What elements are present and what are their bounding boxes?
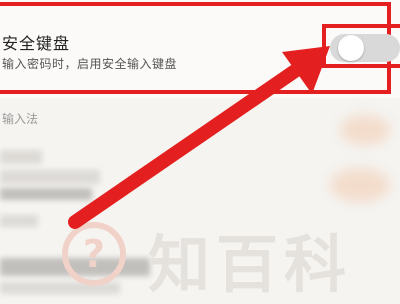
annotation-arrow-icon	[68, 46, 330, 229]
